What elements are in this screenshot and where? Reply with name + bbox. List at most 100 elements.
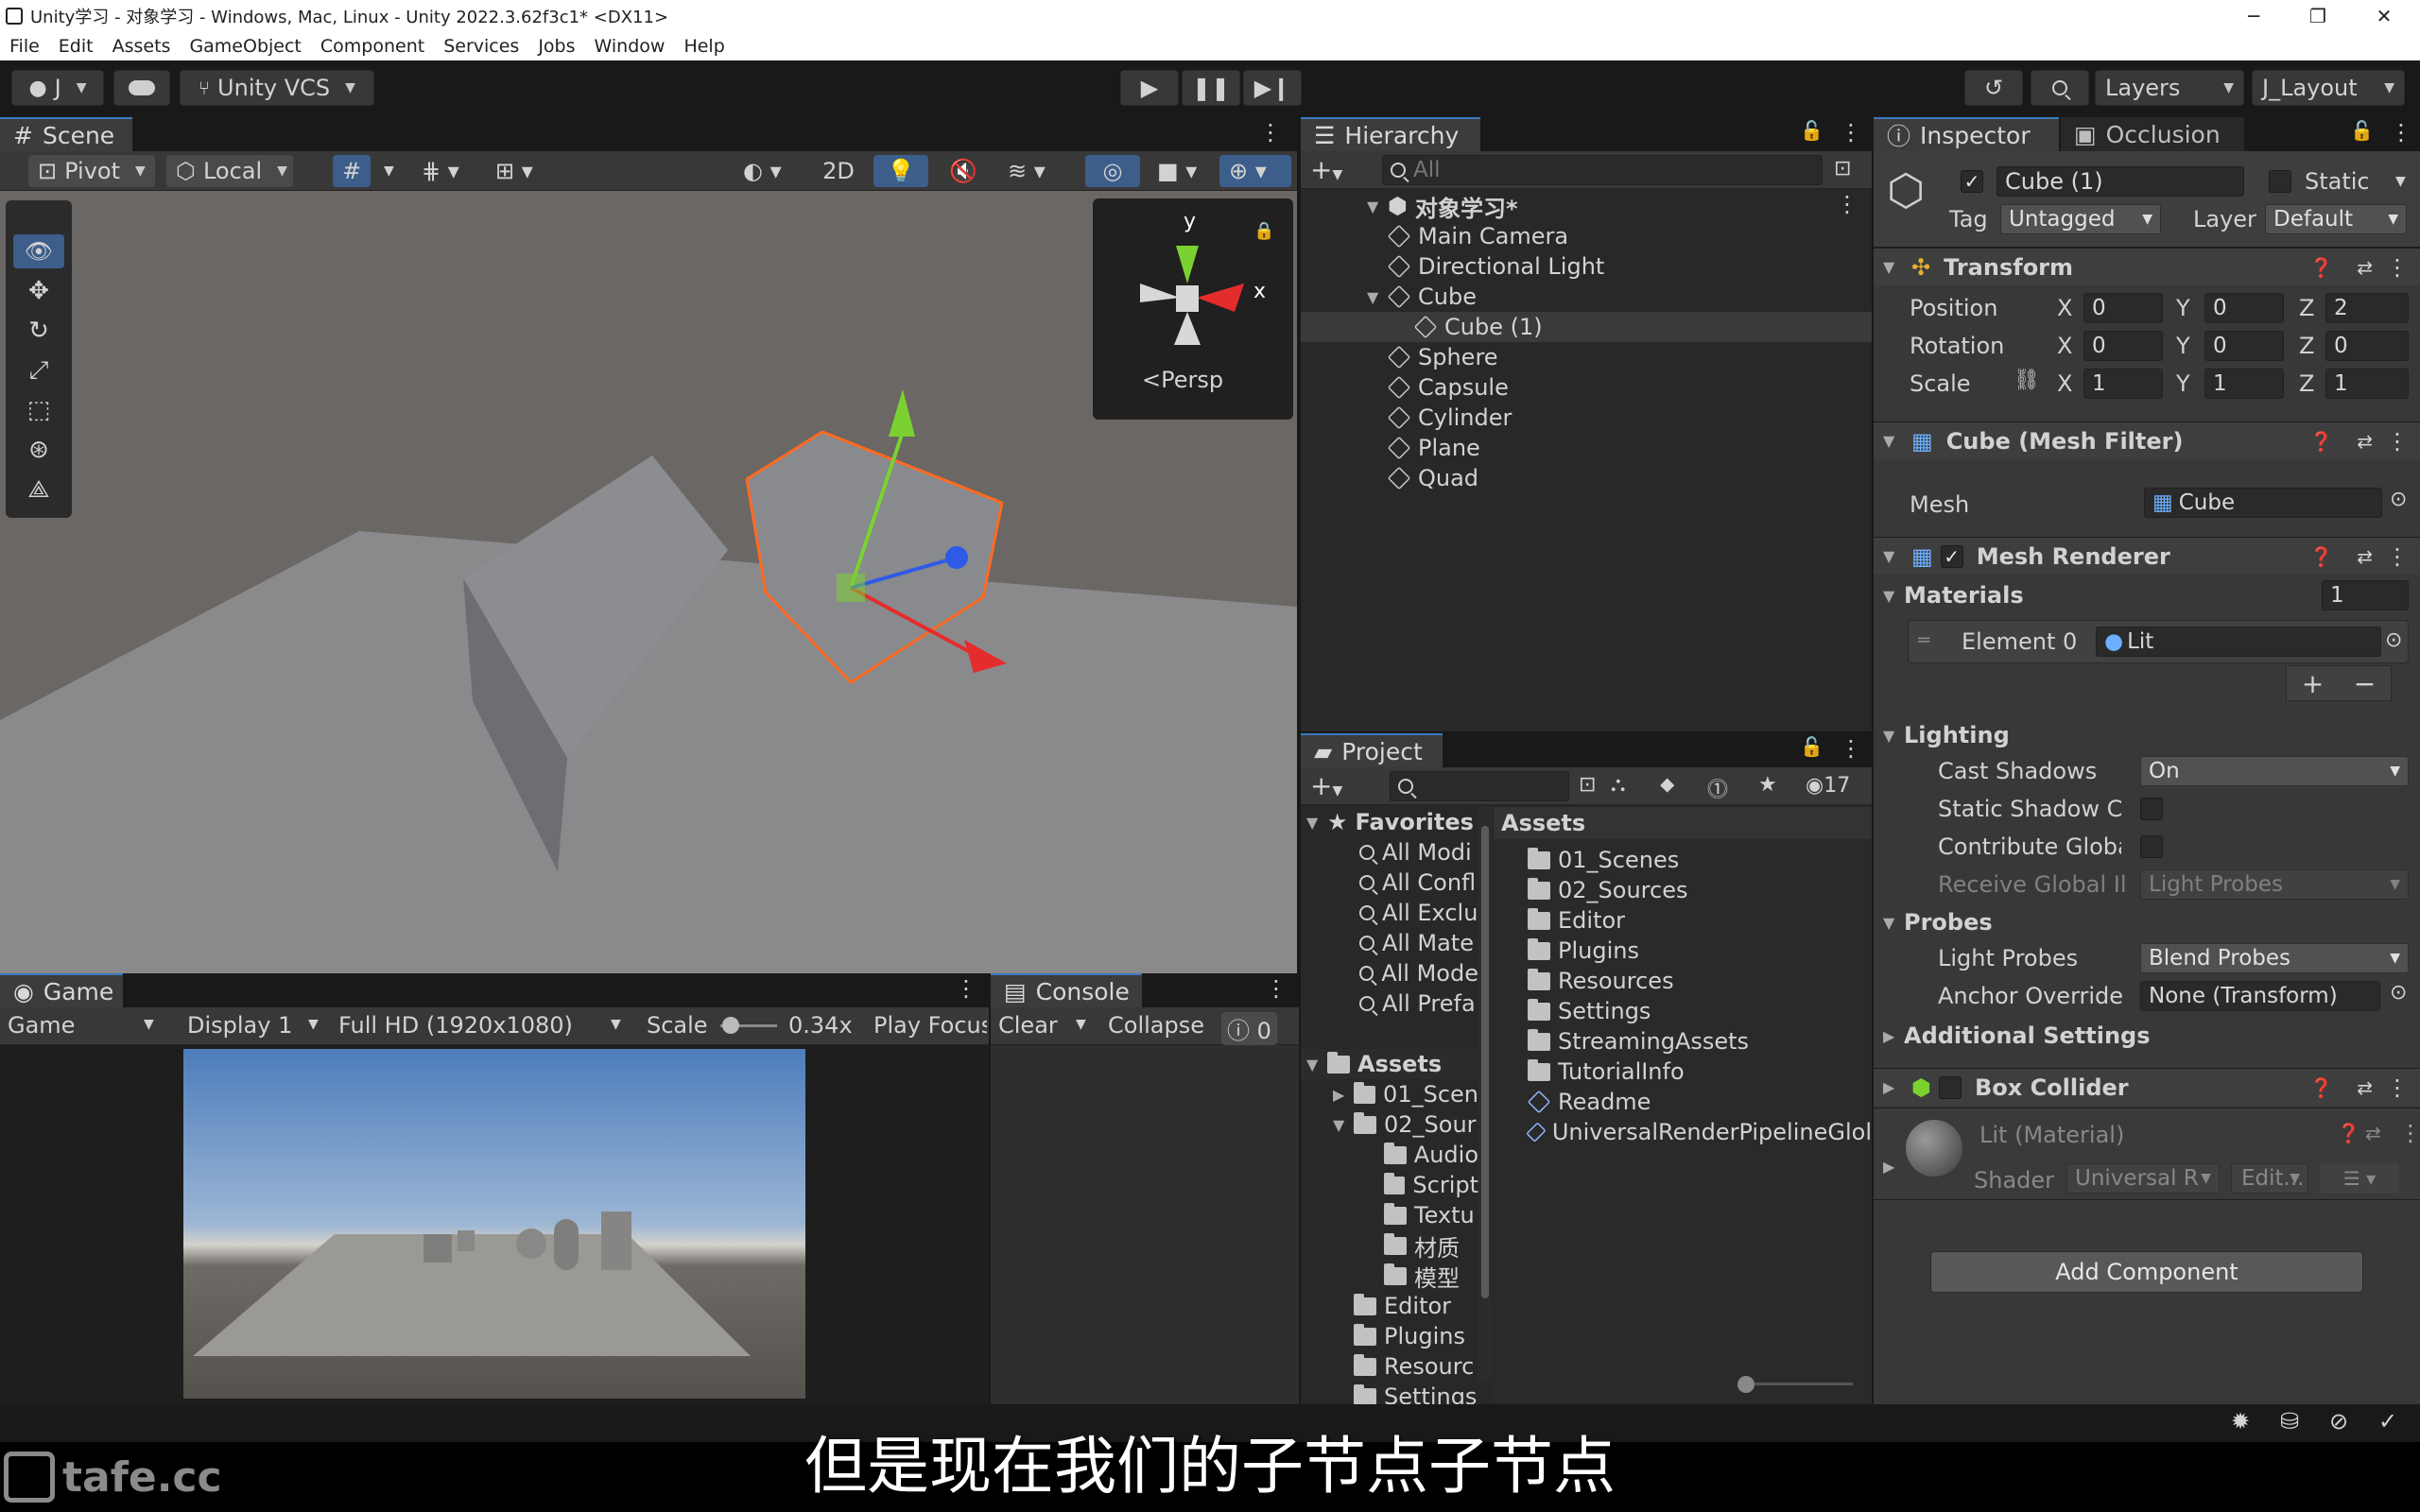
ruler-snap-button[interactable]: ⊞ ▾: [486, 155, 550, 187]
account-dropdown[interactable]: ● J: [11, 70, 104, 106]
constrain-proportions-icon[interactable]: ⛓: [2014, 369, 2040, 392]
probes-foldout[interactable]: ▼ Probes: [1874, 907, 2420, 937]
project-tree-item[interactable]: 模型: [1301, 1261, 1478, 1292]
shader-menu-button[interactable]: ☰ ▾: [2320, 1163, 2399, 1194]
inspector-more-icon[interactable]: ⋮: [2390, 119, 2412, 146]
expand-arrow-icon[interactable]: ▶: [1883, 1027, 1904, 1045]
step-button[interactable]: ▶❙: [1243, 70, 1302, 106]
static-shadow-checkbox[interactable]: [2140, 798, 2163, 820]
hierarchy-item[interactable]: Plane: [1301, 433, 1872, 463]
tab-hierarchy[interactable]: ☰ Hierarchy: [1301, 117, 1480, 151]
rotation-x-input[interactable]: 0: [2083, 331, 2163, 361]
warning-filter-icon[interactable]: ⓵: [1707, 773, 1728, 803]
hierarchy-item[interactable]: Capsule: [1301, 372, 1872, 403]
play-focus-dropdown[interactable]: Play Focus: [873, 1012, 987, 1039]
tab-occlusion[interactable]: ▣ Occlusion: [2061, 117, 2244, 151]
help-icon[interactable]: ❓: [2309, 1076, 2333, 1099]
game-viewport[interactable]: [0, 1045, 989, 1404]
console-more-icon[interactable]: ⋮: [1265, 975, 1288, 1002]
star-icon[interactable]: ★: [1758, 773, 1777, 797]
cloud-button[interactable]: [113, 70, 170, 106]
console-clear-button[interactable]: Clear: [998, 1012, 1058, 1039]
menu-services[interactable]: Services: [443, 36, 519, 57]
game-mode-dropdown[interactable]: Game: [8, 1012, 75, 1039]
hierarchy-search-input[interactable]: All: [1382, 155, 1823, 185]
menu-window[interactable]: Window: [595, 36, 666, 57]
search-by-type-icon[interactable]: ⊡: [1579, 773, 1596, 797]
history-button[interactable]: ↺: [1964, 70, 2023, 106]
rect-tool[interactable]: ⬚: [13, 393, 64, 427]
object-picker-icon[interactable]: ⊙: [2390, 981, 2407, 1005]
component-more-icon[interactable]: ⋮: [2386, 1074, 2409, 1101]
expand-arrow-icon[interactable]: ▼: [1367, 288, 1388, 306]
scene-root-row[interactable]: ▼ ⬢ 对象学习* ⋮: [1301, 191, 1872, 222]
object-name-input[interactable]: Cube (1): [1996, 166, 2244, 197]
project-tree-item[interactable]: Plugins: [1301, 1321, 1478, 1351]
expand-arrow-icon[interactable]: ▼: [1306, 1056, 1327, 1074]
expand-arrow-icon[interactable]: ▼: [1883, 432, 1904, 450]
expand-arrow-icon[interactable]: ▼: [1883, 587, 1904, 605]
project-asset-item[interactable]: Readme: [1494, 1087, 1872, 1117]
box-collider-header[interactable]: ▶ ⬢ Box Collider ❓ ⇄ ⋮: [1874, 1068, 2420, 1106]
static-chevron-icon[interactable]: ▼: [2395, 174, 2406, 189]
lighting-toggle[interactable]: 💡: [873, 155, 928, 187]
cast-shadows-dropdown[interactable]: On: [2140, 756, 2409, 786]
shader-edit-button[interactable]: Edit...: [2231, 1163, 2308, 1194]
camera-settings[interactable]: ■ ▾: [1148, 155, 1214, 187]
mesh-renderer-header[interactable]: ▼ ▦ ✓ Mesh Renderer ❓ ⇄ ⋮: [1874, 537, 2420, 575]
favorite-item[interactable]: All Confl: [1301, 868, 1478, 898]
gizmos-toggle[interactable]: ⊕ ▾: [1219, 155, 1291, 187]
object-picker-icon[interactable]: ⊙: [2385, 628, 2402, 652]
project-add-button[interactable]: +▼: [1310, 770, 1342, 801]
hierarchy-item[interactable]: Directional Light: [1301, 251, 1872, 282]
assets-root-row[interactable]: ▼ Assets: [1301, 1049, 1478, 1079]
project-asset-item[interactable]: TutorialInfo: [1494, 1057, 1872, 1087]
increment-snap-button[interactable]: ⋕ ▾: [412, 155, 484, 187]
tab-console[interactable]: ▤ Console: [991, 973, 1142, 1007]
project-tree-item[interactable]: ▶ 01_Scen: [1301, 1079, 1478, 1109]
favorite-item[interactable]: All Exclu: [1301, 898, 1478, 928]
scene-more-icon[interactable]: ⋮: [1259, 119, 1282, 146]
menu-help[interactable]: Help: [683, 36, 724, 57]
expand-arrow-icon[interactable]: ▶: [1883, 1158, 1904, 1176]
hierarchy-more-icon[interactable]: ⋮: [1840, 119, 1862, 146]
label-icon[interactable]: ⬥: [1660, 773, 1674, 797]
object-picker-icon[interactable]: ⊙: [2390, 488, 2407, 511]
resolution-chevron-icon[interactable]: ▼: [611, 1017, 621, 1032]
scene-viewport[interactable]: 👁 ✥ ↻ ⤢ ⬚ ⊛ ⟁ y x 🔒 <Persp: [0, 191, 1297, 973]
menu-assets[interactable]: Assets: [112, 36, 171, 57]
pivot-dropdown[interactable]: ⊡ Pivot: [28, 155, 155, 187]
favorite-item[interactable]: All Prefa: [1301, 988, 1478, 1019]
active-checkbox[interactable]: ✓: [1961, 170, 1983, 193]
toggle-2d-button[interactable]: 2D: [811, 155, 866, 187]
menu-edit[interactable]: Edit: [59, 36, 94, 57]
project-asset-item[interactable]: Resources: [1494, 966, 1872, 996]
shading-mode-button[interactable]: ◐ ▾: [734, 155, 798, 187]
icon-size-slider-thumb[interactable]: [1737, 1376, 1754, 1393]
pause-button[interactable]: ❚❚: [1182, 70, 1240, 106]
console-error-count[interactable]: ⓘ 0: [1221, 1012, 1277, 1045]
orientation-gizmo[interactable]: y x 🔒 <Persp: [1093, 198, 1293, 420]
gizmo-plane-handle[interactable]: [837, 574, 865, 602]
menu-gameobject[interactable]: GameObject: [189, 36, 301, 57]
anchor-override-field[interactable]: None (Transform): [2140, 981, 2380, 1011]
mesh-renderer-enabled-checkbox[interactable]: ✓: [1940, 544, 1963, 568]
hierarchy-add-button[interactable]: +▼: [1310, 154, 1342, 185]
drag-handle-icon[interactable]: ═: [1918, 628, 1929, 651]
transform-tool[interactable]: ⊛: [13, 433, 64, 467]
layers-dropdown[interactable]: Layers: [2095, 70, 2244, 106]
expand-arrow-icon[interactable]: ▼: [1367, 198, 1388, 215]
game-more-icon[interactable]: ⋮: [955, 975, 977, 1002]
audio-toggle[interactable]: 🔇: [936, 155, 991, 187]
scrollbar-thumb[interactable]: [1481, 826, 1489, 1298]
hierarchy-item[interactable]: Main Camera: [1301, 221, 1872, 251]
project-asset-item[interactable]: Plugins: [1494, 936, 1872, 966]
gameobject-cube-icon[interactable]: ⬡: [1887, 164, 1925, 215]
project-tree-item[interactable]: ▼ 02_Sour: [1301, 1109, 1478, 1140]
effects-toggle[interactable]: ≋ ▾: [998, 155, 1074, 187]
minimize-button[interactable]: ─: [2220, 0, 2288, 32]
help-icon[interactable]: ❓: [2309, 545, 2333, 568]
project-tree-scrollbar[interactable]: [1478, 807, 1492, 1382]
scale-y-input[interactable]: 1: [2204, 369, 2284, 399]
project-search-input[interactable]: [1390, 771, 1569, 801]
